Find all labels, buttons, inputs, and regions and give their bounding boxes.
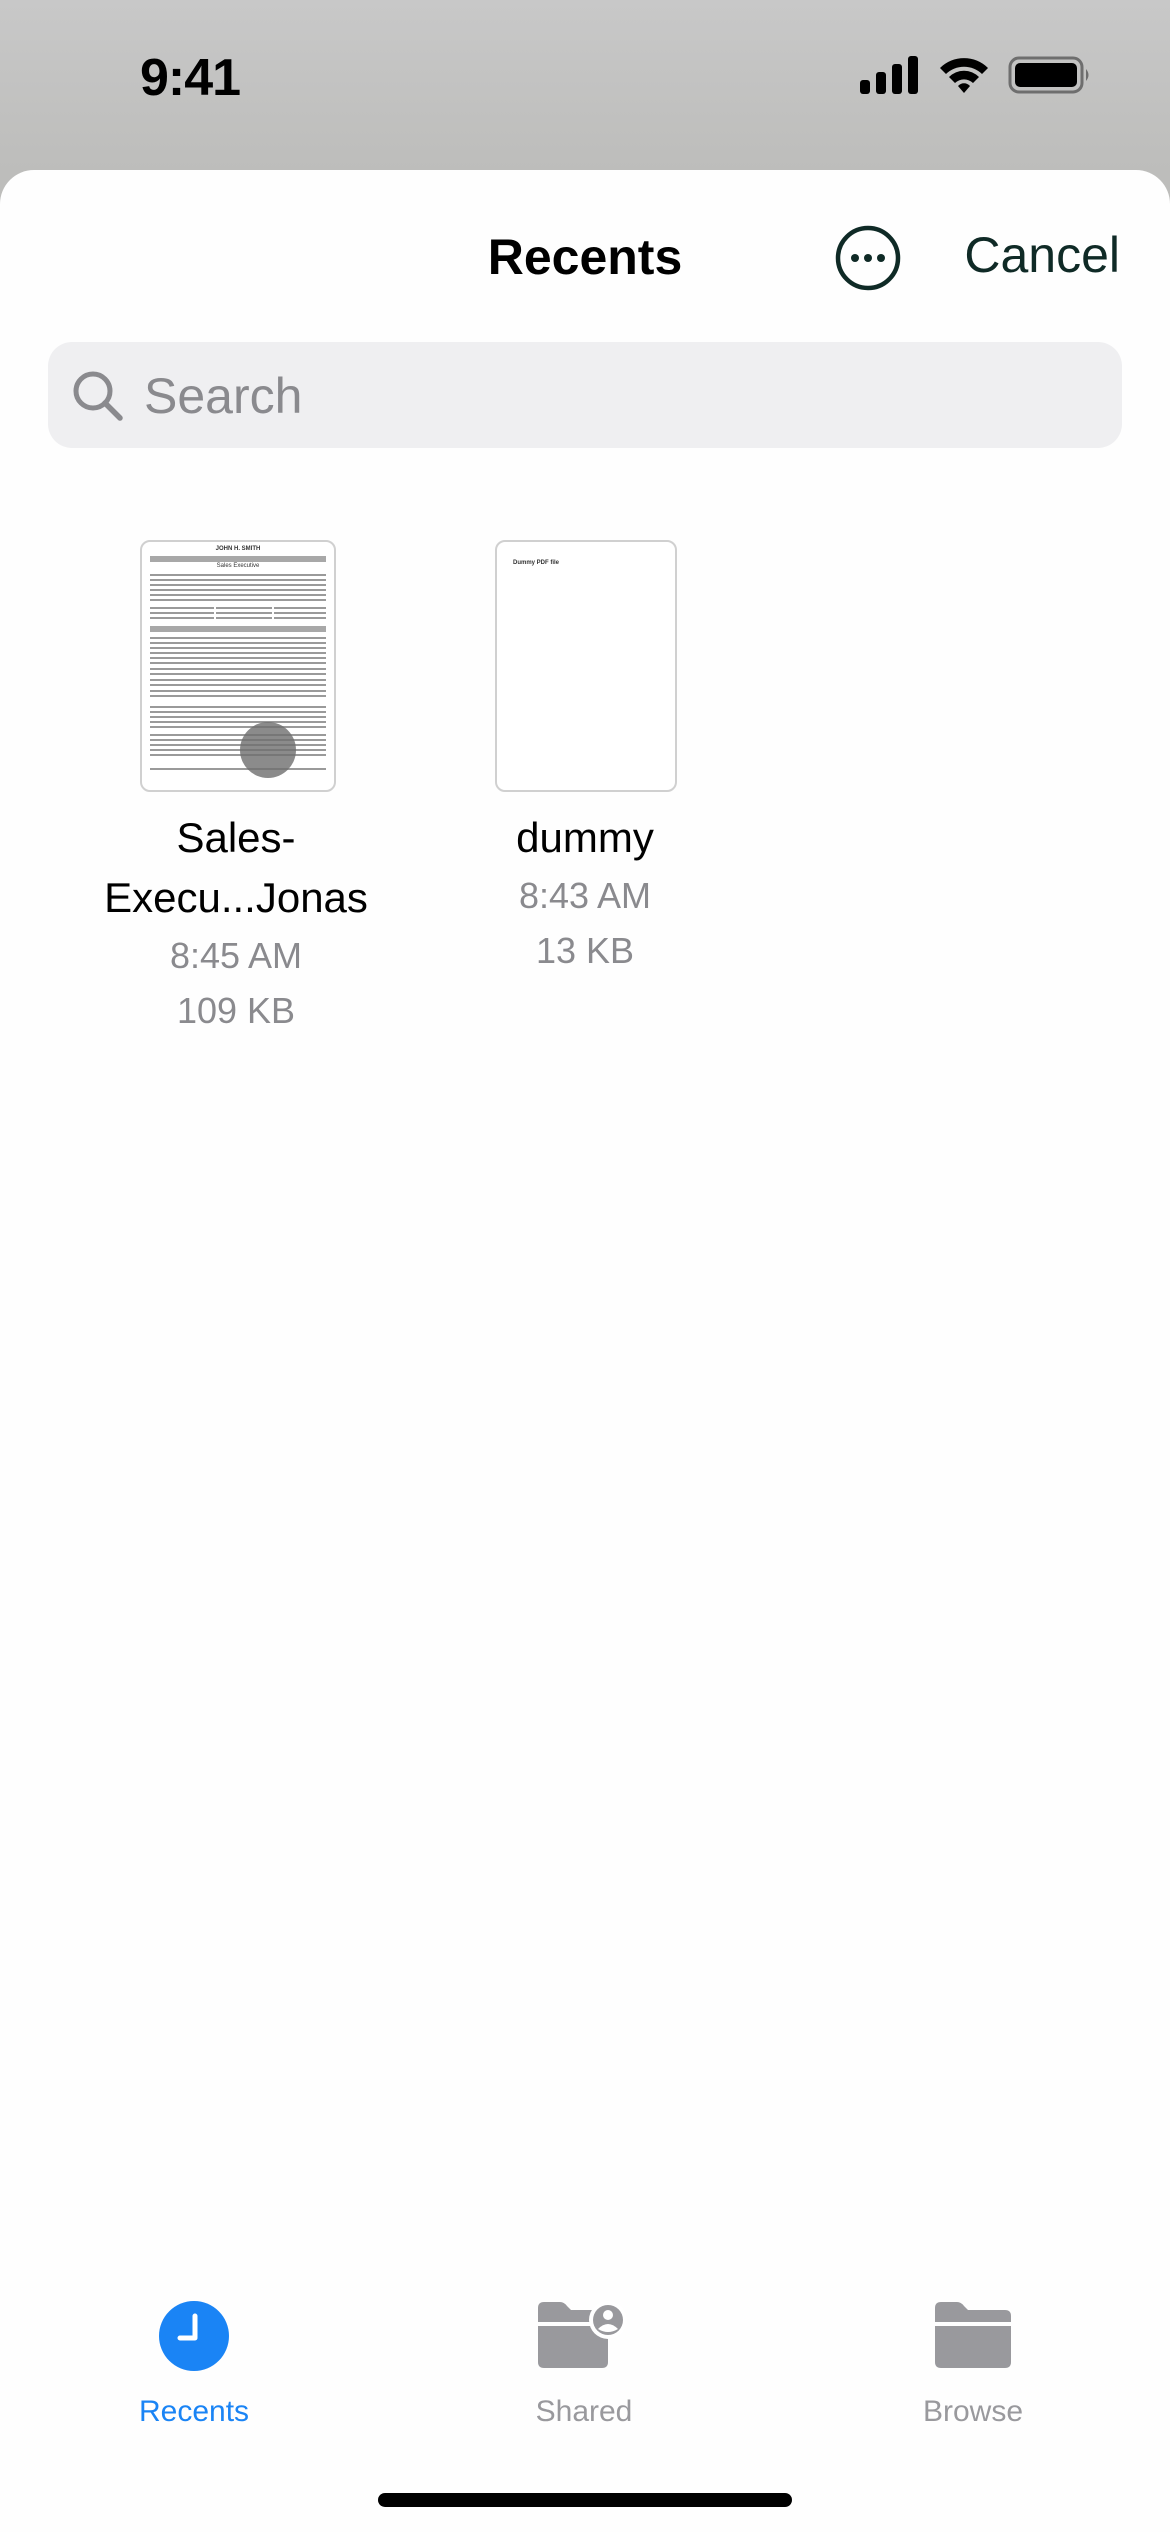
status-bar: 9:41 [0,0,1170,170]
touch-indicator [240,722,296,778]
tab-bar: Recents Shared Browse [0,2110,1170,2428]
tab-label: Browse [922,2395,1024,2428]
file-name-line2: Execu...Jonas [104,874,368,921]
wifi-icon [940,58,988,93]
tab-browse[interactable]: Browse [853,2300,1093,2429]
tab-label: Shared [535,2395,633,2428]
search-input[interactable] [142,362,1096,430]
shared-folder-icon [538,2301,627,2368]
search-bar[interactable] [48,342,1122,448]
tab-shared[interactable]: Shared [464,2300,704,2429]
cancel-button[interactable]: Cancel [964,226,1120,284]
magnifying-glass-icon [73,371,123,421]
thumbnail-title: JOHN H. SMITH [215,546,261,552]
cellular-signal-icon [860,56,918,94]
ellipsis-circle-icon [835,225,901,291]
battery-icon [1008,56,1089,94]
tab-recents[interactable]: Recents [74,2300,314,2429]
file-modified-time: 8:45 AM [169,935,303,976]
file-name: dummy [516,814,654,861]
file-name: Sales- [176,814,296,861]
thumbnail-title: Dummy PDF file [513,560,560,566]
folder-icon [935,2302,1011,2368]
file-size: 13 KB [535,930,635,971]
file-modified-time: 8:43 AM [518,875,652,916]
file-size: 109 KB [176,990,296,1031]
file-thumbnail: JOHN H. SMITH Sales Executive [140,540,336,792]
file-item-dummy[interactable]: Dummy PDF file dummy 8:43 AM 13 KB [460,540,710,1140]
status-time: 9:41 [140,49,241,107]
status-icons [860,56,1092,94]
clock-icon [159,2301,229,2371]
file-thumbnail: Dummy PDF file [495,540,677,792]
more-options-button[interactable] [834,224,902,292]
tab-label: Recents [138,2395,250,2428]
thumbnail-subtitle: Sales Executive [216,563,260,569]
home-indicator[interactable] [378,2493,792,2507]
file-item-sales-executive[interactable]: JOHN H. SMITH Sales Executive Sales- Exe… [90,540,382,1200]
